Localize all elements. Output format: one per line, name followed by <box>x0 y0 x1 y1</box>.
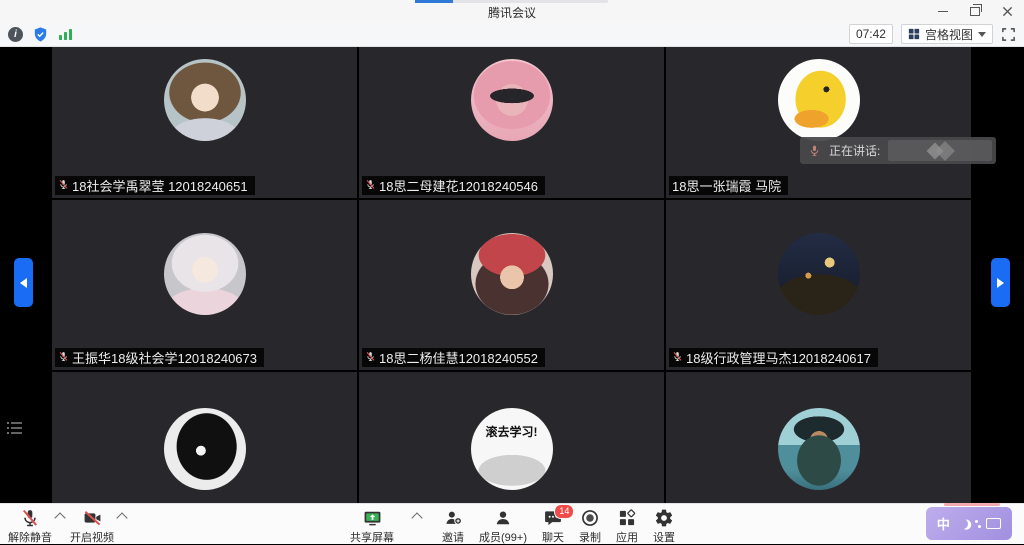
ime-accent-line <box>944 503 1000 506</box>
ime-widget[interactable]: 中 <box>926 507 1012 540</box>
mic-muted-icon <box>365 178 376 193</box>
avatar-pink-headscarf-sunglasses <box>471 59 553 141</box>
avatar-anime-girl-glasses <box>164 59 246 141</box>
restore-button[interactable] <box>966 2 984 20</box>
toolbar-members-button[interactable]: 成员(99+) <box>479 504 527 545</box>
participant-name-tag: 18级行政管理马杰12018240617 <box>669 348 878 367</box>
avatar-study-meme: 滚去学习! <box>471 408 553 490</box>
meeting-info-icon[interactable]: i <box>8 27 23 42</box>
network-signal-icon[interactable] <box>58 27 74 41</box>
unread-badge: 14 <box>554 504 574 519</box>
security-shield-icon[interactable] <box>32 26 49 43</box>
chevron-down-icon <box>978 32 986 41</box>
minimize-icon <box>938 11 948 12</box>
participant-tile[interactable]: 18思一张瑞霞 马院 <box>666 46 971 198</box>
view-mode-label: 宫格视图 <box>925 26 973 43</box>
tab-active-indicator <box>415 0 453 3</box>
participant-tile[interactable]: 王振华18级社会学12018240673 <box>52 200 357 370</box>
speaking-mic-icon <box>808 144 821 157</box>
avatar-yellow-cartoon-drawing <box>778 59 860 141</box>
toolbar-apps-button[interactable]: 应用 <box>616 504 638 545</box>
restore-icon <box>970 7 980 16</box>
participant-name-tag: 18社会学禹翠莹 12018240651 <box>55 176 255 195</box>
next-page-button[interactable] <box>991 258 1010 307</box>
title-bar: 腾讯会议 <box>0 0 1024 22</box>
video-stage: 18社会学禹翠莹 12018240651 18思二母建花12018240546 … <box>0 46 1024 544</box>
participant-grid: 18社会学禹翠莹 12018240651 18思二母建花12018240546 … <box>52 46 971 542</box>
participant-name: 18思一张瑞霞 马院 <box>672 176 781 195</box>
avatar-text: 滚去学习! <box>471 423 553 440</box>
participant-name-tag: 王振华18级社会学12018240673 <box>55 348 264 367</box>
mic-muted-icon <box>672 350 683 365</box>
participant-name-tag: 18思二母建花12018240546 <box>362 176 545 195</box>
ime-language-toggle[interactable]: 中 <box>937 514 950 533</box>
participant-tile[interactable]: 18社会学禹翠莹 12018240651 <box>52 46 357 198</box>
ime-punctuation-icon[interactable] <box>975 520 978 523</box>
participant-name-tag: 18思二杨佳慧12018240552 <box>362 348 545 367</box>
participant-name: 18级行政管理马杰12018240617 <box>686 348 871 367</box>
participant-tile[interactable]: 18级行政管理马杰12018240617 <box>666 200 971 370</box>
speaking-label: 正在讲话: <box>829 142 880 159</box>
chevron-up-icon[interactable] <box>116 512 127 523</box>
avatar-pale-anime-hoodie <box>164 233 246 315</box>
close-icon <box>1002 6 1013 17</box>
meeting-timer: 07:42 <box>849 24 893 44</box>
speaker-name-blur <box>888 140 992 161</box>
speaking-toast: 正在讲话: <box>800 137 996 164</box>
mic-muted-icon <box>365 350 376 365</box>
chevron-up-icon[interactable] <box>54 512 65 523</box>
prev-page-button[interactable] <box>14 258 33 307</box>
view-mode-selector[interactable]: 宫格视图 <box>901 24 993 44</box>
mic-muted-icon <box>58 178 69 193</box>
window-title: 腾讯会议 <box>0 4 1024 21</box>
toolbar-record-button[interactable]: 录制 <box>579 504 601 545</box>
fullscreen-button[interactable] <box>1001 27 1016 42</box>
toolbar-mic-muted-button[interactable]: 解除静音 <box>8 504 52 545</box>
minimize-button[interactable] <box>934 2 952 20</box>
participant-tile[interactable]: 18思二母建花12018240546 <box>359 46 664 198</box>
participant-name: 王振华18级社会学12018240673 <box>72 348 257 367</box>
arrow-left-icon <box>15 278 27 288</box>
toolbar-share-screen-button[interactable]: 共享屏幕 <box>350 504 394 545</box>
ime-keyboard-icon[interactable] <box>986 518 1001 529</box>
participant-name: 18思二杨佳慧12018240552 <box>379 348 538 367</box>
page-list-icon[interactable] <box>6 420 24 436</box>
participant-name-tag: 18思一张瑞霞 马院 <box>669 176 788 195</box>
meeting-status-bar: i 07:42 宫格视图 <box>0 22 1024 47</box>
arrow-right-icon <box>997 278 1009 288</box>
avatar-seaside-portrait-photo <box>778 408 860 490</box>
grid-view-icon <box>908 28 920 40</box>
avatar-bw-anime-art <box>164 408 246 490</box>
tab-strip <box>415 0 608 3</box>
participant-name: 18社会学禹翠莹 12018240651 <box>72 176 248 195</box>
toolbar-chat-button[interactable]: 聊天 14 <box>542 504 564 545</box>
toolbar-invite-button[interactable]: 邀请 <box>442 504 464 545</box>
close-button[interactable] <box>998 2 1016 20</box>
toolbar-camera-off-button[interactable]: 开启视频 <box>70 504 114 545</box>
participant-name: 18思二母建花12018240546 <box>379 176 538 195</box>
toolbar-settings-button[interactable]: 设置 <box>653 504 675 545</box>
chevron-up-icon[interactable] <box>411 512 422 523</box>
participant-tile[interactable]: 18思二杨佳慧12018240552 <box>359 200 664 370</box>
avatar-night-street-photo <box>778 233 860 315</box>
bottom-toolbar: 解除静音 开启视频 共享屏幕 邀请 成员(99+) 聊天 14 录制 应用 <box>0 503 1024 544</box>
ime-moon-icon[interactable] <box>956 517 968 529</box>
mic-muted-icon <box>58 350 69 365</box>
avatar-flower-hat-girl-photo <box>471 233 553 315</box>
